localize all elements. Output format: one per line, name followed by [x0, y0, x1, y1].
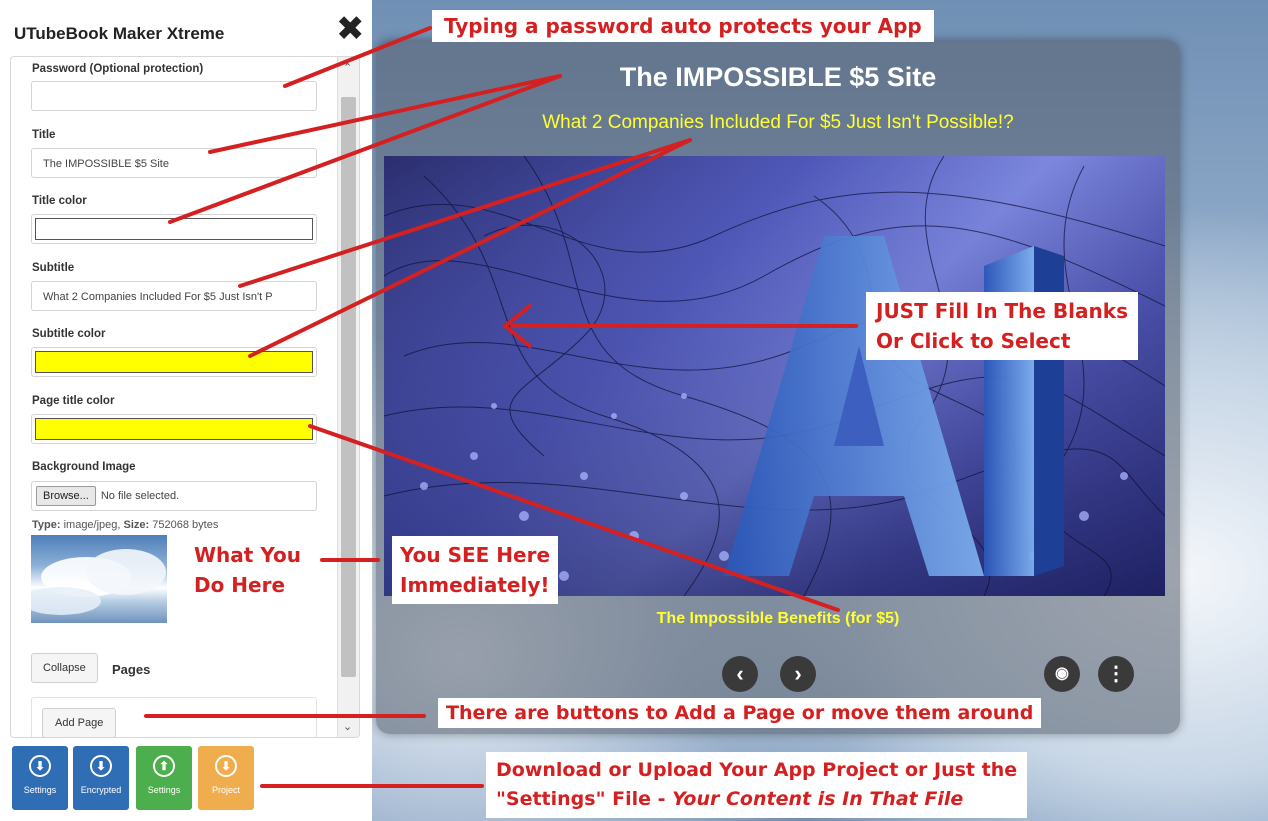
- annotation-buttons: There are buttons to Add a Page or move …: [438, 698, 1042, 728]
- annotation-fill-line2: Or Click to Select: [876, 329, 1071, 353]
- annotation-do-line1: What You: [194, 543, 301, 567]
- annotation-fill-blanks: JUST Fill In The Blanks Or Click to Sele…: [866, 292, 1138, 360]
- annotation-do-line2: Do Here: [194, 573, 286, 597]
- annotation-download: Download or Upload Your App Project or J…: [486, 752, 1028, 818]
- annotation-see-line1: You SEE Here: [400, 543, 551, 567]
- annotation-password: Typing a password auto protects your App: [432, 10, 934, 42]
- annotation-fill-line1: JUST Fill In The Blanks: [876, 299, 1128, 323]
- annotation-download-line2b: Your Content is In That File: [672, 788, 964, 810]
- annotation-see-here: You SEE Here Immediately!: [392, 536, 559, 604]
- annotation-do-here: What You Do Here: [186, 536, 309, 604]
- annotation-see-line2: Immediately!: [400, 573, 550, 597]
- annotation-download-line1: Download or Upload Your App Project or J…: [496, 759, 1018, 781]
- annotation-download-line2a: "Settings" File -: [496, 788, 673, 810]
